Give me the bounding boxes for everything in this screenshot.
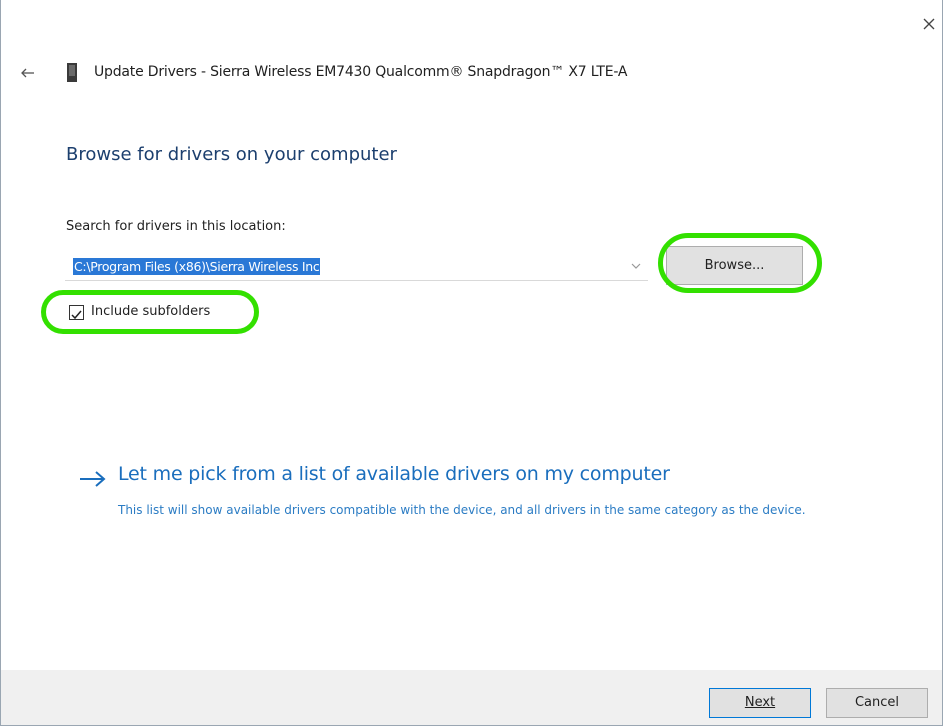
path-input[interactable]: C:\Program Files (x86)\Sierra Wireless I… [73,258,321,275]
close-icon [923,18,935,30]
next-button[interactable]: Next [709,688,811,718]
pick-from-list-description: This list will show available drivers co… [118,503,806,517]
checkbox-highlight-ring [41,290,259,334]
browse-highlight-ring [658,233,822,293]
back-arrow-icon [21,68,34,78]
page-title: Browse for drivers on your computer [66,144,397,165]
update-drivers-dialog: Update Drivers - Sierra Wireless EM7430 … [0,0,943,726]
close-button[interactable] [919,14,939,34]
search-location-label: Search for drivers in this location: [66,219,286,234]
path-combobox[interactable]: C:\Program Files (x86)\Sierra Wireless I… [65,252,648,281]
back-button[interactable] [19,64,37,82]
cancel-button[interactable]: Cancel [826,688,928,718]
device-icon [67,63,77,82]
chevron-down-icon[interactable] [630,261,642,271]
next-button-label: Next [744,695,776,710]
right-arrow-icon [80,471,106,487]
window-title: Update Drivers - Sierra Wireless EM7430 … [94,64,628,80]
pick-from-list-title[interactable]: Let me pick from a list of available dri… [118,463,670,485]
